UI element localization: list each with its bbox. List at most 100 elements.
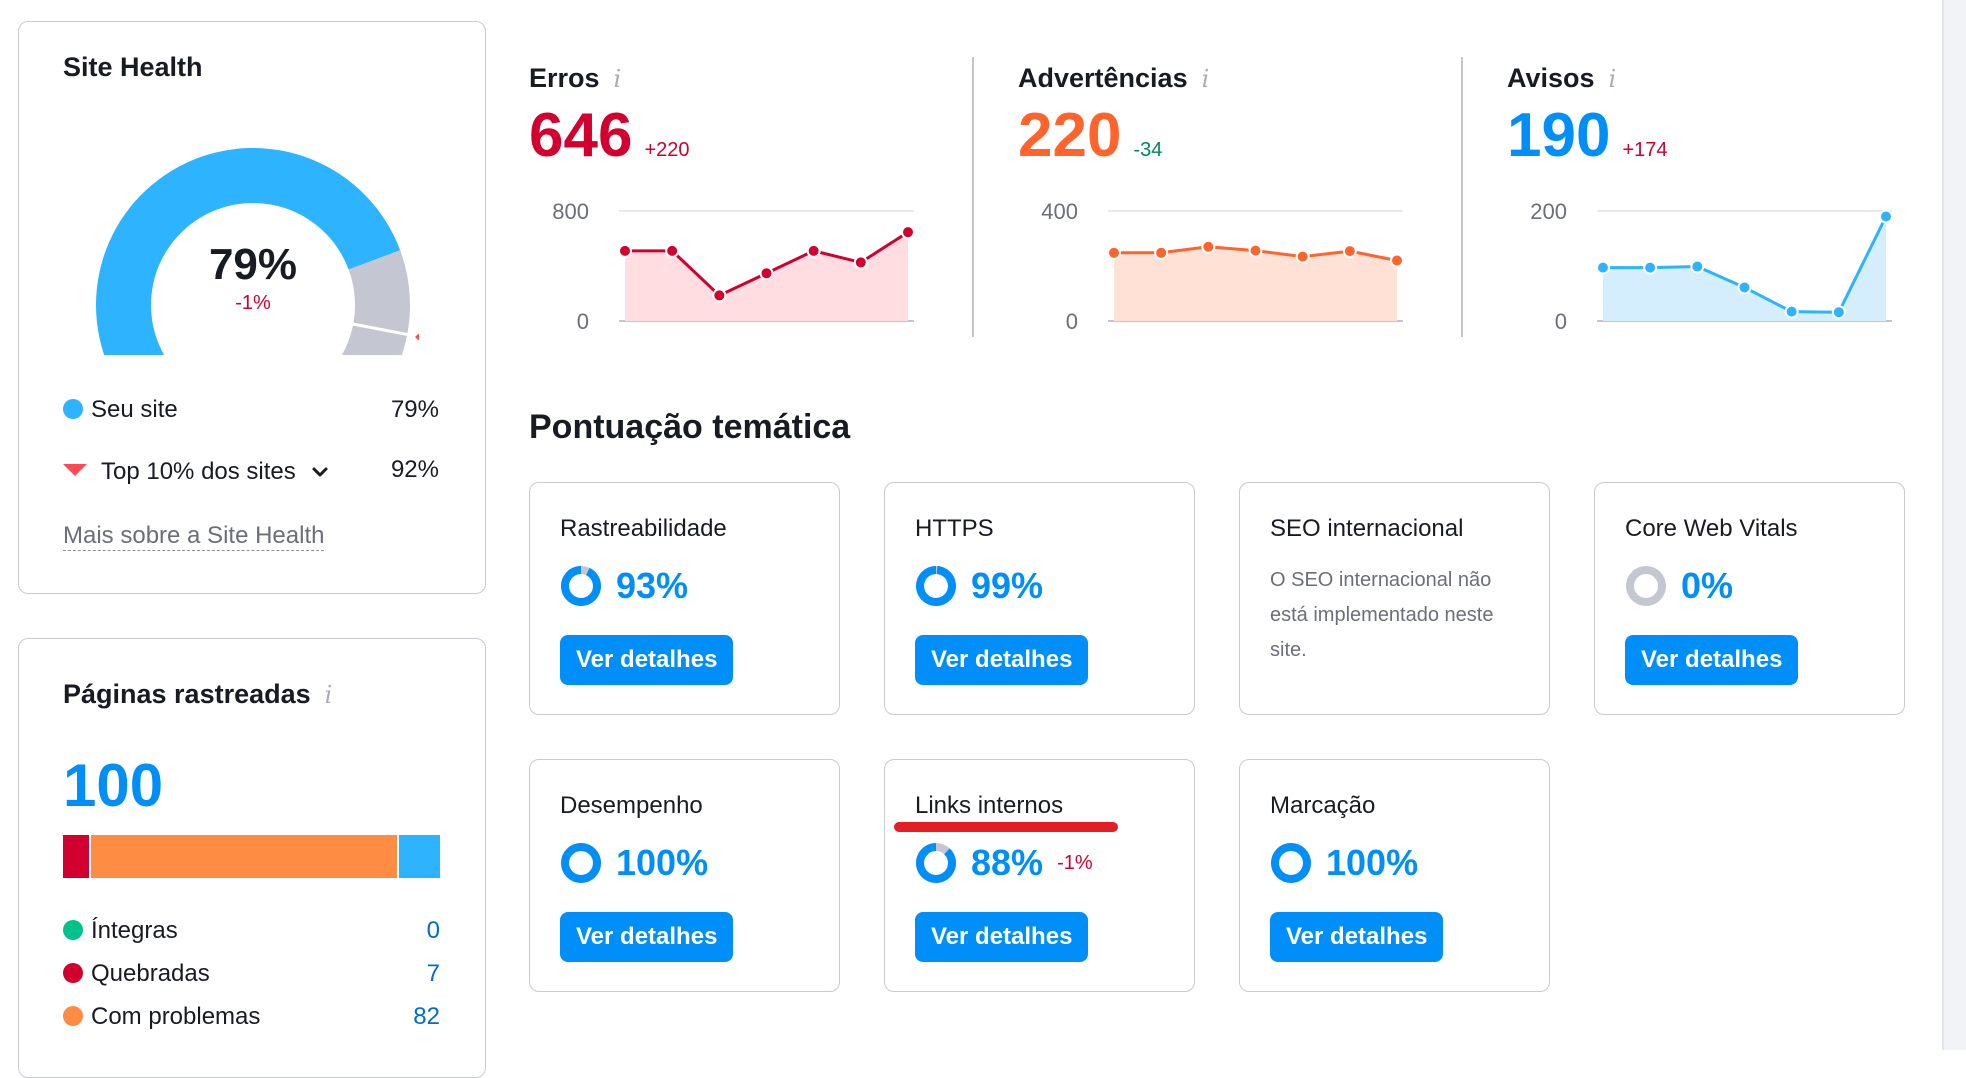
view-details-button[interactable]: Ver detalhes bbox=[1270, 912, 1444, 962]
legend-your-site: Seu site 79% bbox=[63, 395, 439, 425]
view-details-button[interactable]: Ver detalhes bbox=[915, 635, 1089, 685]
metric-value-row: 220 -34 bbox=[1018, 99, 1162, 173]
topic-name: Desempenho bbox=[560, 792, 703, 819]
topic-score-value: 0% bbox=[1681, 565, 1734, 606]
site-health-card: Site Health 79% -1% Seu site 79% Top 10%… bbox=[18, 21, 486, 594]
score-ring-track bbox=[1626, 566, 1666, 606]
data-point bbox=[1342, 244, 1357, 259]
score-ring-fill bbox=[916, 843, 956, 883]
notices-title: Avisos bbox=[1507, 63, 1595, 93]
data-point bbox=[1784, 304, 1799, 319]
data-point bbox=[1643, 260, 1658, 275]
data-point bbox=[901, 225, 915, 240]
score-ring-fill bbox=[916, 566, 956, 606]
row-label: Quebradas bbox=[91, 960, 210, 987]
topic-name: Rastreabilidade bbox=[560, 515, 727, 542]
view-details-button[interactable]: Ver detalhes bbox=[560, 912, 734, 962]
crawled-pages-title-text: Páginas rastreadas bbox=[63, 679, 311, 709]
pages-row-issues[interactable]: Com problemas 82 bbox=[63, 1001, 440, 1033]
topic-description: O SEO internacional não está implementad… bbox=[1270, 569, 1494, 661]
pages-row-healthy[interactable]: Íntegras 0 bbox=[63, 915, 440, 947]
metric-value-row: 646 +220 bbox=[529, 99, 690, 173]
y-tick-label: 200 bbox=[1530, 199, 1567, 224]
chevron-down-icon[interactable] bbox=[312, 455, 328, 485]
data-point bbox=[1154, 245, 1169, 260]
score-ring-icon bbox=[916, 843, 956, 883]
y-tick-label: 800 bbox=[552, 199, 589, 224]
row-value[interactable]: 82 bbox=[413, 1001, 440, 1033]
crawled-pages-card: Páginas rastreadas i 100 Íntegras 0 Quebr… bbox=[18, 638, 486, 1078]
view-details-button[interactable]: Ver detalhes bbox=[1625, 635, 1799, 685]
topic-name: HTTPS bbox=[915, 515, 994, 542]
score-ring-icon bbox=[561, 843, 601, 883]
data-point bbox=[1737, 280, 1752, 295]
row-value[interactable]: 7 bbox=[427, 958, 440, 990]
topic-score: 88% -1% bbox=[915, 840, 1093, 886]
notices-count[interactable]: 190 bbox=[1507, 101, 1610, 170]
bar-segment-broken[interactable] bbox=[63, 835, 90, 878]
topic-name: Core Web Vitals bbox=[1625, 515, 1798, 542]
healthy-dot-icon bbox=[63, 920, 83, 940]
data-point bbox=[1690, 259, 1705, 274]
thematic-scores-title: Pontuação temática bbox=[529, 408, 851, 446]
more-about-site-health-link[interactable]: Mais sobre a Site Health bbox=[63, 522, 325, 551]
row-label: Com problemas bbox=[91, 1003, 261, 1030]
errors-count[interactable]: 646 bbox=[529, 101, 632, 170]
warnings-title: Advertências bbox=[1018, 63, 1188, 93]
pages-row-broken[interactable]: Quebradas 7 bbox=[63, 958, 440, 990]
y-tick-label: 0 bbox=[577, 309, 589, 334]
warnings-chart: 400 0 bbox=[1041, 199, 1404, 334]
score-ring-icon bbox=[1626, 566, 1666, 606]
topic-card: Links internos 88% -1% Ver detalhes bbox=[884, 759, 1195, 992]
data-point bbox=[759, 266, 774, 281]
topic-score-value: 93% bbox=[616, 565, 689, 606]
top10-marker-icon bbox=[414, 333, 419, 341]
legend-top10[interactable]: Top 10% dos sites 92% bbox=[63, 455, 439, 485]
bar-segment-other[interactable] bbox=[398, 835, 440, 878]
crawled-pages-title: Páginas rastreadas i bbox=[63, 679, 332, 710]
crawled-pages-bar bbox=[63, 835, 440, 878]
topic-score: 99% bbox=[915, 563, 1043, 609]
topic-score: 0% bbox=[1625, 563, 1733, 609]
legend-label[interactable]: Top 10% dos sites bbox=[101, 458, 296, 485]
info-icon[interactable]: i bbox=[614, 65, 622, 93]
data-point bbox=[1390, 253, 1404, 268]
data-point bbox=[1201, 239, 1216, 254]
y-tick-label: 400 bbox=[1041, 199, 1078, 224]
topic-card: Core Web Vitals 0% Ver detalhes bbox=[1594, 482, 1905, 715]
metric-notices: Avisos i 190 +174 200 0 bbox=[1507, 57, 1907, 347]
topic-name: Links internos bbox=[915, 792, 1064, 819]
metric-errors: Erros i 646 +220 800 0 bbox=[529, 57, 929, 347]
metric-divider bbox=[1461, 57, 1463, 337]
red-underline-annotation bbox=[894, 822, 1118, 832]
row-value[interactable]: 0 bbox=[427, 915, 440, 947]
topic-score: 100% bbox=[1270, 840, 1418, 886]
data-point bbox=[1295, 249, 1310, 264]
site-health-title: Site Health bbox=[63, 52, 203, 82]
topic-card: Desempenho 100% Ver detalhes bbox=[529, 759, 840, 992]
row-label: Íntegras bbox=[91, 917, 178, 944]
bar-segment-issues[interactable] bbox=[91, 835, 397, 878]
notices-chart: 2000 bbox=[1530, 199, 1893, 334]
topic-card: HTTPS 99% Ver detalhes bbox=[884, 482, 1195, 715]
errors-title: Erros bbox=[529, 63, 600, 93]
info-icon[interactable]: i bbox=[325, 681, 333, 709]
data-point bbox=[806, 243, 821, 258]
y-tick-label: 0 bbox=[1555, 309, 1567, 334]
view-details-button[interactable]: Ver detalhes bbox=[560, 635, 734, 685]
topic-name: SEO internacional bbox=[1270, 515, 1464, 542]
topic-score-value: 99% bbox=[971, 565, 1044, 606]
info-icon[interactable]: i bbox=[1609, 65, 1617, 93]
topic-score: 100% bbox=[560, 840, 708, 886]
view-details-button[interactable]: Ver detalhes bbox=[915, 912, 1089, 962]
site-health-delta: -1% bbox=[235, 292, 271, 314]
score-ring-fill bbox=[561, 566, 601, 606]
data-point bbox=[665, 243, 680, 258]
data-point bbox=[712, 288, 727, 303]
warnings-count[interactable]: 220 bbox=[1018, 101, 1121, 170]
crawled-pages-total[interactable]: 100 bbox=[63, 751, 163, 820]
info-icon[interactable]: i bbox=[1202, 65, 1210, 93]
data-point bbox=[1831, 305, 1846, 320]
topic-score-value: 100% bbox=[1326, 842, 1419, 883]
metric-title: Advertências i bbox=[1018, 63, 1209, 94]
